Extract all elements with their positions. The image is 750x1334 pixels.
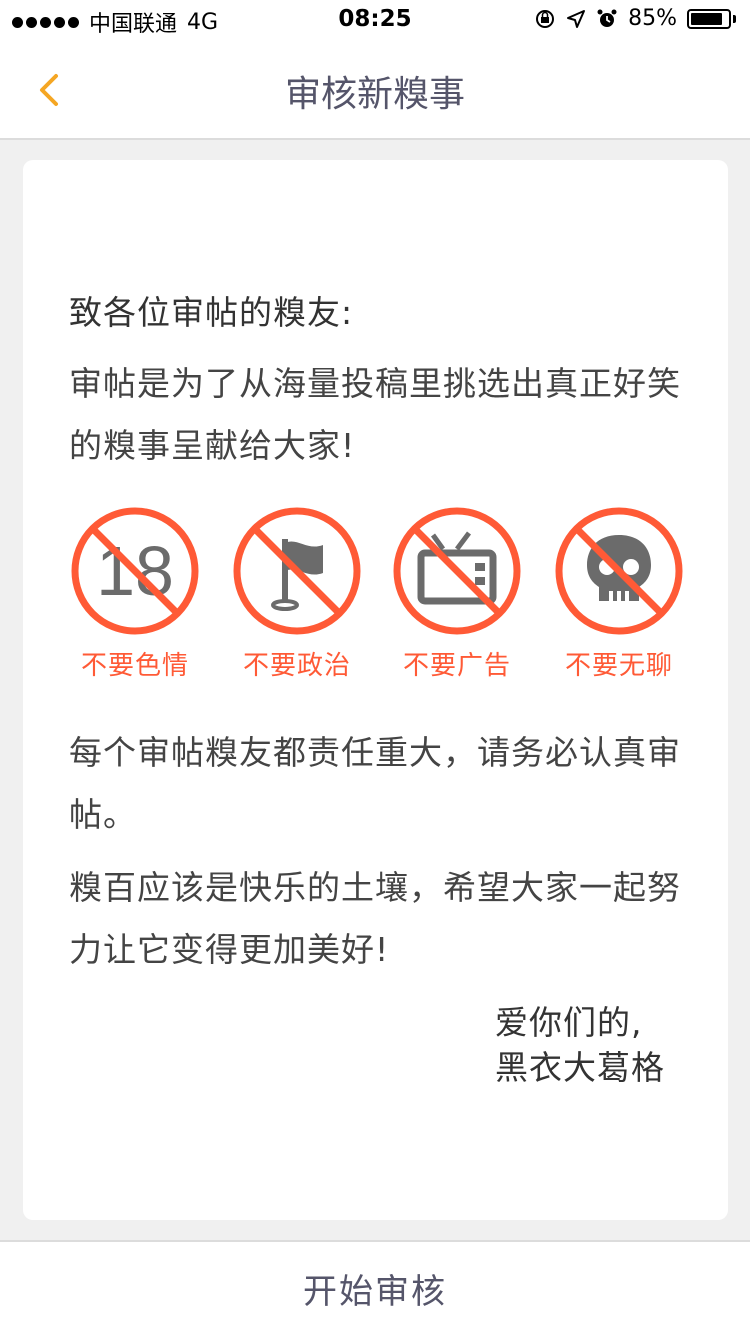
navigation-bar: 审核新糗事 [0,40,750,140]
responsibility-paragraph: 每个审帖糗友都责任重大，请务必认真审帖。 [69,733,681,834]
alarm-clock-icon [597,9,617,27]
rule-label: 不要无聊 [564,651,673,681]
rule-label: 不要政治 [242,651,351,681]
page-title: 审核新糗事 [284,74,465,115]
rule-label: 不要色情 [80,651,189,681]
bottom-bar: 开始审核 [0,1240,750,1334]
battery-tip [733,14,736,23]
status-bar: 中国联通 4G 08:25 85% [0,0,750,40]
rule-no-porn: 18 不要色情 [65,505,205,682]
battery-percent: 85% [628,6,677,31]
no-politics-flag-icon [233,507,361,635]
intro-paragraph: 审帖是为了从海量投稿里挑选出真正好笑的糗事呈献给大家! [69,364,681,465]
no-boring-skull-icon [555,507,683,635]
rotation-lock-icon [536,9,555,28]
status-right: 85% [534,6,736,31]
rule-label: 不要广告 [402,651,511,681]
rules-row: 18 不要色情 不要政治 [65,505,687,695]
signature: 爱你们的, 黑衣大葛格 [495,1000,665,1090]
hope-paragraph: 糗百应该是快乐的土壤，希望大家一起努力让它变得更加美好! [69,868,681,969]
battery-icon [687,8,731,29]
no-ad-tv-icon [393,507,521,635]
greeting: 致各位审帖的糗友: [69,293,354,332]
battery-level [691,12,722,25]
no-18-icon: 18 [71,507,199,635]
location-arrow-icon [567,9,586,28]
review-guidelines-card: 致各位审帖的糗友: 审帖是为了从海量投稿里挑选出真正好笑的糗事呈献给大家! 18… [23,160,728,1220]
rule-no-ads: 不要广告 [387,505,527,682]
signature-line-2: 黑衣大葛格 [495,1048,665,1087]
start-review-button[interactable]: 开始审核 [0,1242,750,1334]
rule-no-boring: 不要无聊 [549,505,689,682]
signature-line-1: 爱你们的, [495,1003,643,1042]
rule-no-politics: 不要政治 [227,505,367,682]
